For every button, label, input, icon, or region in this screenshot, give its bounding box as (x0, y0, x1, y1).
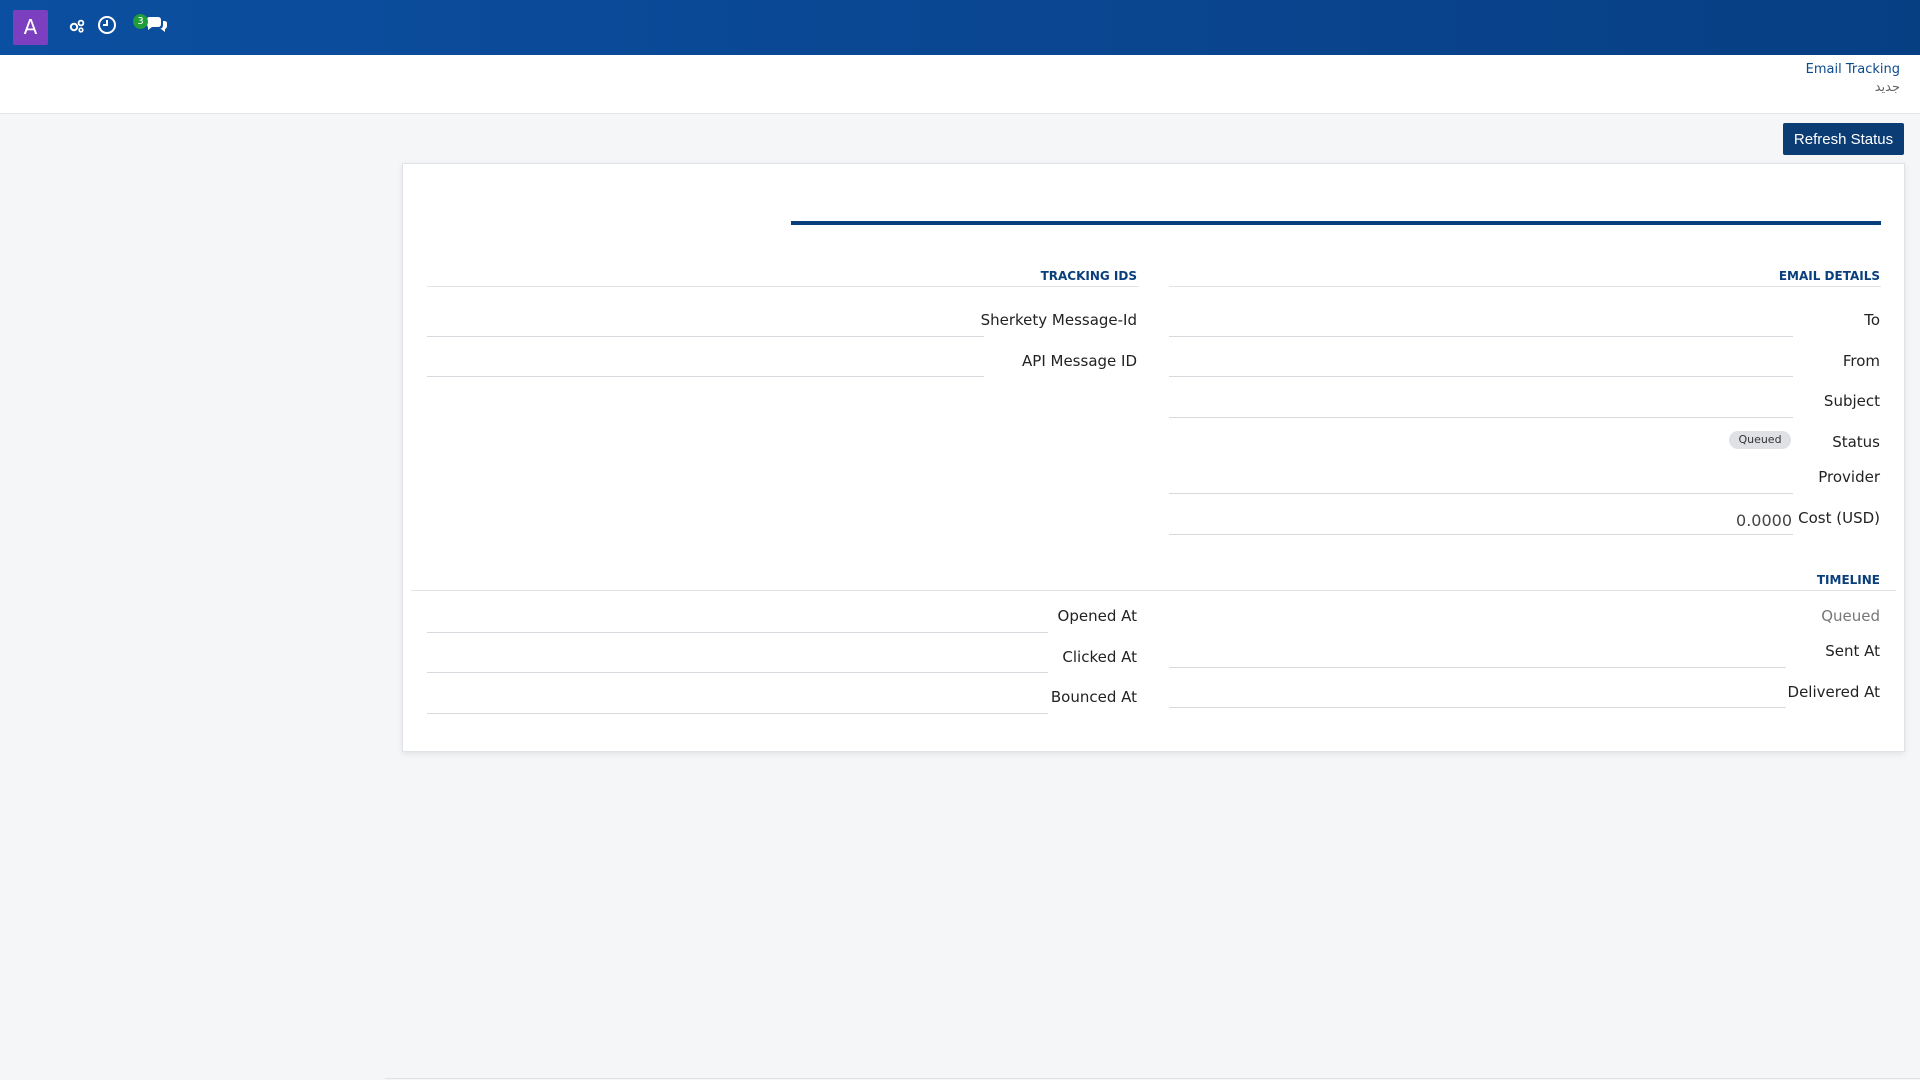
section-rule (411, 590, 1896, 591)
delivered-at-label: Delivered At (1787, 683, 1880, 701)
from-field[interactable] (1169, 376, 1793, 377)
sherkety-message-id-field[interactable] (427, 336, 984, 337)
to-label: To (1864, 311, 1880, 329)
sent-at-label: Sent At (1825, 642, 1880, 660)
section-email-details: EMAIL DETAILS (1778, 269, 1880, 283)
chat-count-badge: 3 (133, 14, 148, 29)
breadcrumb-current: جديد (1874, 80, 1900, 95)
delivered-at-field[interactable] (1169, 707, 1786, 708)
cost-label: Cost (USD) (1798, 509, 1880, 527)
divider (385, 1078, 1920, 1079)
breadcrumb-email-tracking[interactable]: Email Tracking (1806, 62, 1900, 77)
bounced-at-field[interactable] (427, 713, 1048, 714)
settings-gear-icon[interactable] (68, 15, 90, 37)
api-message-id-field[interactable] (427, 376, 984, 377)
to-field[interactable] (1169, 336, 1793, 337)
provider-label: Provider (1818, 468, 1880, 486)
section-rule (427, 286, 1139, 287)
api-message-id-label: API Message ID (1022, 352, 1137, 370)
section-tracking-ids: TRACKING IDS (1040, 269, 1137, 283)
refresh-status-button[interactable]: Refresh Status (1783, 123, 1904, 155)
clicked-at-label: Clicked At (1062, 648, 1137, 666)
bounced-at-label: Bounced At (1050, 688, 1137, 706)
section-timeline: TIMELINE (1816, 573, 1880, 587)
opened-at-field[interactable] (427, 632, 1048, 633)
sherkety-message-id-label: Sherkety Message-Id (980, 311, 1137, 329)
timeline-status-value: Queued (1821, 607, 1880, 625)
provider-field[interactable] (1169, 493, 1793, 494)
sent-at-field[interactable] (1169, 667, 1786, 668)
opened-at-label: Opened At (1057, 607, 1137, 625)
form-sheet: EMAIL DETAILS TRACKING IDS To From Subje… (402, 163, 1905, 752)
from-label: From (1842, 352, 1880, 370)
cost-value[interactable]: 0.0000 (1736, 511, 1792, 530)
section-rule (1169, 286, 1881, 287)
subject-field[interactable] (1169, 417, 1793, 418)
clicked-at-field[interactable] (427, 672, 1048, 673)
top-navbar: A 3 (0, 0, 1920, 55)
control-panel (0, 55, 1920, 114)
title-field[interactable] (791, 221, 1881, 225)
status-label: Status (1832, 433, 1880, 451)
clock-icon[interactable] (97, 15, 119, 37)
chat-icon[interactable] (145, 15, 167, 37)
user-avatar[interactable]: A (13, 10, 48, 45)
subject-label: Subject (1823, 392, 1880, 410)
status-badge: Queued (1729, 431, 1791, 449)
cost-field[interactable] (1169, 534, 1793, 535)
